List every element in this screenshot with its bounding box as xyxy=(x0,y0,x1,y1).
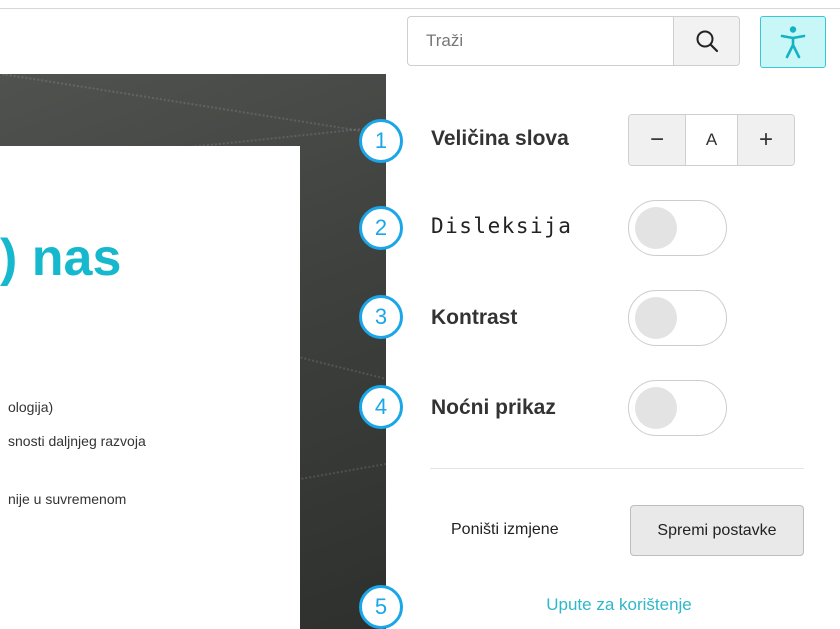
paragraph-line: ologija) xyxy=(8,399,54,415)
step-badge: 3 xyxy=(359,295,403,339)
accessibility-person-icon xyxy=(780,26,806,59)
night-mode-toggle[interactable] xyxy=(628,380,727,436)
page-heading: ) nas xyxy=(0,229,122,287)
toggle-knob xyxy=(635,207,677,249)
search-input[interactable] xyxy=(407,16,673,66)
usage-guide-link[interactable]: Upute za korištenje xyxy=(432,595,806,615)
step-badge: 4 xyxy=(359,385,403,429)
content-card: ) nas ologija) snosti daljnjeg razvoja n… xyxy=(0,146,300,629)
font-size-value: A xyxy=(685,115,738,165)
toggle-knob xyxy=(635,387,677,429)
step-badge: 2 xyxy=(359,206,403,250)
panel-divider xyxy=(430,468,804,469)
option-label-contrast: Kontrast xyxy=(431,306,518,329)
save-settings-button[interactable]: Spremi postavke xyxy=(630,505,804,556)
search-button[interactable] xyxy=(673,16,740,66)
option-label-night-mode: Noćni prikaz xyxy=(431,396,556,419)
font-size-stepper: − A + xyxy=(628,114,795,166)
option-label-dyslexia: Disleksija xyxy=(431,214,573,238)
search-icon xyxy=(696,30,718,53)
top-divider xyxy=(0,8,840,9)
accessibility-button[interactable] xyxy=(760,16,826,68)
decrease-font-button[interactable]: − xyxy=(629,115,685,165)
reset-changes-link[interactable]: Poništi izmjene xyxy=(451,521,559,539)
increase-font-button[interactable]: + xyxy=(738,115,794,165)
toggle-knob xyxy=(635,297,677,339)
paragraph-line: nije u suvremenom xyxy=(8,491,127,507)
step-badge: 5 xyxy=(359,585,403,629)
paragraph-line: snosti daljnjeg razvoja xyxy=(8,433,146,449)
option-label-font-size: Veličina slova xyxy=(431,127,569,150)
dyslexia-toggle[interactable] xyxy=(628,200,727,256)
step-badge: 1 xyxy=(359,119,403,163)
contrast-toggle[interactable] xyxy=(628,290,727,346)
